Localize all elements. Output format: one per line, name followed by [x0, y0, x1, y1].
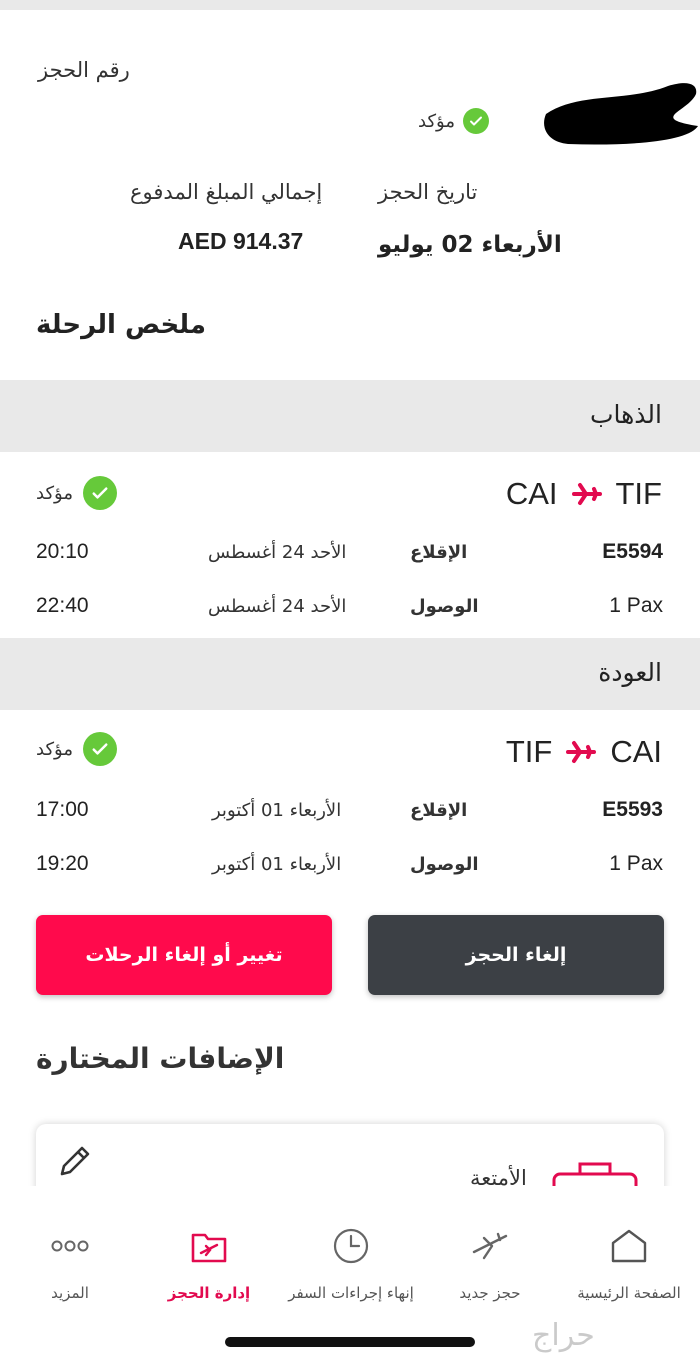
plane-icon	[571, 481, 602, 507]
total-paid-label: إجمالي المبلغ المدفوع	[130, 180, 323, 204]
redacted-booking-ref	[544, 83, 698, 145]
booking-info-card: رقم الحجز مؤكد تاريخ الحجز الأربعاء 02 ي…	[0, 10, 700, 380]
return-pax: 1 Pax	[609, 852, 663, 875]
confirmed-check-icon	[82, 732, 117, 766]
return-arr-date: الأربعاء 01 أكتوبر	[212, 854, 342, 875]
nav-check-in-label: إنهاء إجراءات السفر	[288, 1284, 414, 1302]
booking-status-text: مؤكد	[418, 110, 455, 132]
return-dep-time: 17:00	[36, 798, 89, 821]
booking-ref-label: رقم الحجز	[38, 58, 130, 82]
outbound-arr-time: 22:40	[36, 594, 89, 617]
manage-booking-folder-icon	[134, 1226, 284, 1266]
plane-icon	[415, 1226, 565, 1266]
return-flight-number: E5593	[602, 798, 663, 821]
confirmed-check-icon	[82, 476, 117, 510]
booking-status: مؤكد	[418, 108, 489, 134]
return-from: CAI	[610, 734, 662, 769]
bottom-nav: الصفحة الرئيسية حجز جديد إنهاء إجراءات ا…	[0, 1186, 700, 1362]
return-to: TIF	[505, 734, 553, 769]
return-dep-date: الأربعاء 01 أكتوبر	[212, 800, 342, 821]
outbound-route: CAI TIF	[506, 476, 662, 512]
nav-new-booking[interactable]: حجز جديد	[415, 1226, 565, 1302]
edit-pencil-icon[interactable]	[54, 1142, 94, 1186]
outbound-dep-label: الإقلاع	[410, 542, 468, 563]
return-route: TIF CAI	[506, 734, 662, 770]
outbound-header: الذهاب	[0, 380, 700, 452]
nav-check-in[interactable]: إنهاء إجراءات السفر	[276, 1226, 426, 1302]
booking-date-label: تاريخ الحجز	[378, 180, 478, 204]
outbound-flight-number: E5594	[602, 540, 663, 563]
return-header: العودة	[0, 638, 700, 710]
outbound-arr-date: الأحد 24 أغسطس	[208, 596, 347, 617]
outbound-flight-card[interactable]: مؤكد CAI TIF 20:10 الأحد 24 أغسطس الإقلا…	[0, 452, 700, 638]
return-arr-label: الوصول	[410, 854, 479, 875]
outbound-status: مؤكد	[36, 476, 117, 510]
home-indicator[interactable]	[225, 1337, 475, 1347]
cancel-booking-button[interactable]: إلغاء الحجز	[368, 915, 664, 995]
more-dots-icon	[0, 1226, 145, 1266]
outbound-arr-label: الوصول	[410, 596, 479, 617]
nav-more-label: المزيد	[51, 1284, 89, 1302]
watermark-logo: حراج	[532, 1318, 595, 1353]
nav-new-booking-label: حجز جديد	[459, 1284, 521, 1302]
outbound-dep-date: الأحد 24 أغسطس	[208, 542, 347, 563]
trip-summary-title: ملخص الرحلة	[36, 310, 206, 340]
change-cancel-flights-button[interactable]: تغيير أو إلغاء الرحلات	[36, 915, 332, 995]
outbound-dep-time: 20:10	[36, 540, 89, 563]
outbound-status-text: مؤكد	[36, 482, 73, 504]
booking-date-value: الأربعاء 02 يوليو	[378, 232, 562, 258]
return-dep-label: الإقلاع	[410, 800, 468, 821]
confirmed-check-icon	[462, 108, 489, 134]
clock-icon	[276, 1226, 426, 1266]
selected-extras-title: الإضافات المختارة	[36, 1042, 285, 1075]
nav-more[interactable]: المزيد	[0, 1226, 145, 1302]
return-header-label: العودة	[598, 658, 662, 687]
return-flight-card[interactable]: مؤكد TIF CAI 17:00 الأربعاء 01 أكتوبر ال…	[0, 710, 700, 1210]
outbound-to: CAI	[505, 476, 558, 511]
return-arr-time: 19:20	[36, 852, 89, 875]
outbound-pax: 1 Pax	[609, 594, 663, 617]
total-paid-value: AED 914.37	[178, 228, 304, 254]
top-strip	[0, 0, 700, 10]
nav-manage-booking-label: إدارة الحجز	[167, 1284, 251, 1302]
plane-icon	[566, 739, 597, 765]
outbound-from: TIF	[615, 476, 663, 511]
return-status-text: مؤكد	[36, 738, 73, 760]
outbound-header-label: الذهاب	[589, 400, 662, 429]
nav-home-label: الصفحة الرئيسية	[577, 1284, 681, 1302]
nav-home[interactable]: الصفحة الرئيسية	[554, 1226, 700, 1302]
nav-manage-booking[interactable]: إدارة الحجز	[134, 1226, 284, 1302]
home-icon	[554, 1226, 700, 1266]
return-status: مؤكد	[36, 732, 117, 766]
